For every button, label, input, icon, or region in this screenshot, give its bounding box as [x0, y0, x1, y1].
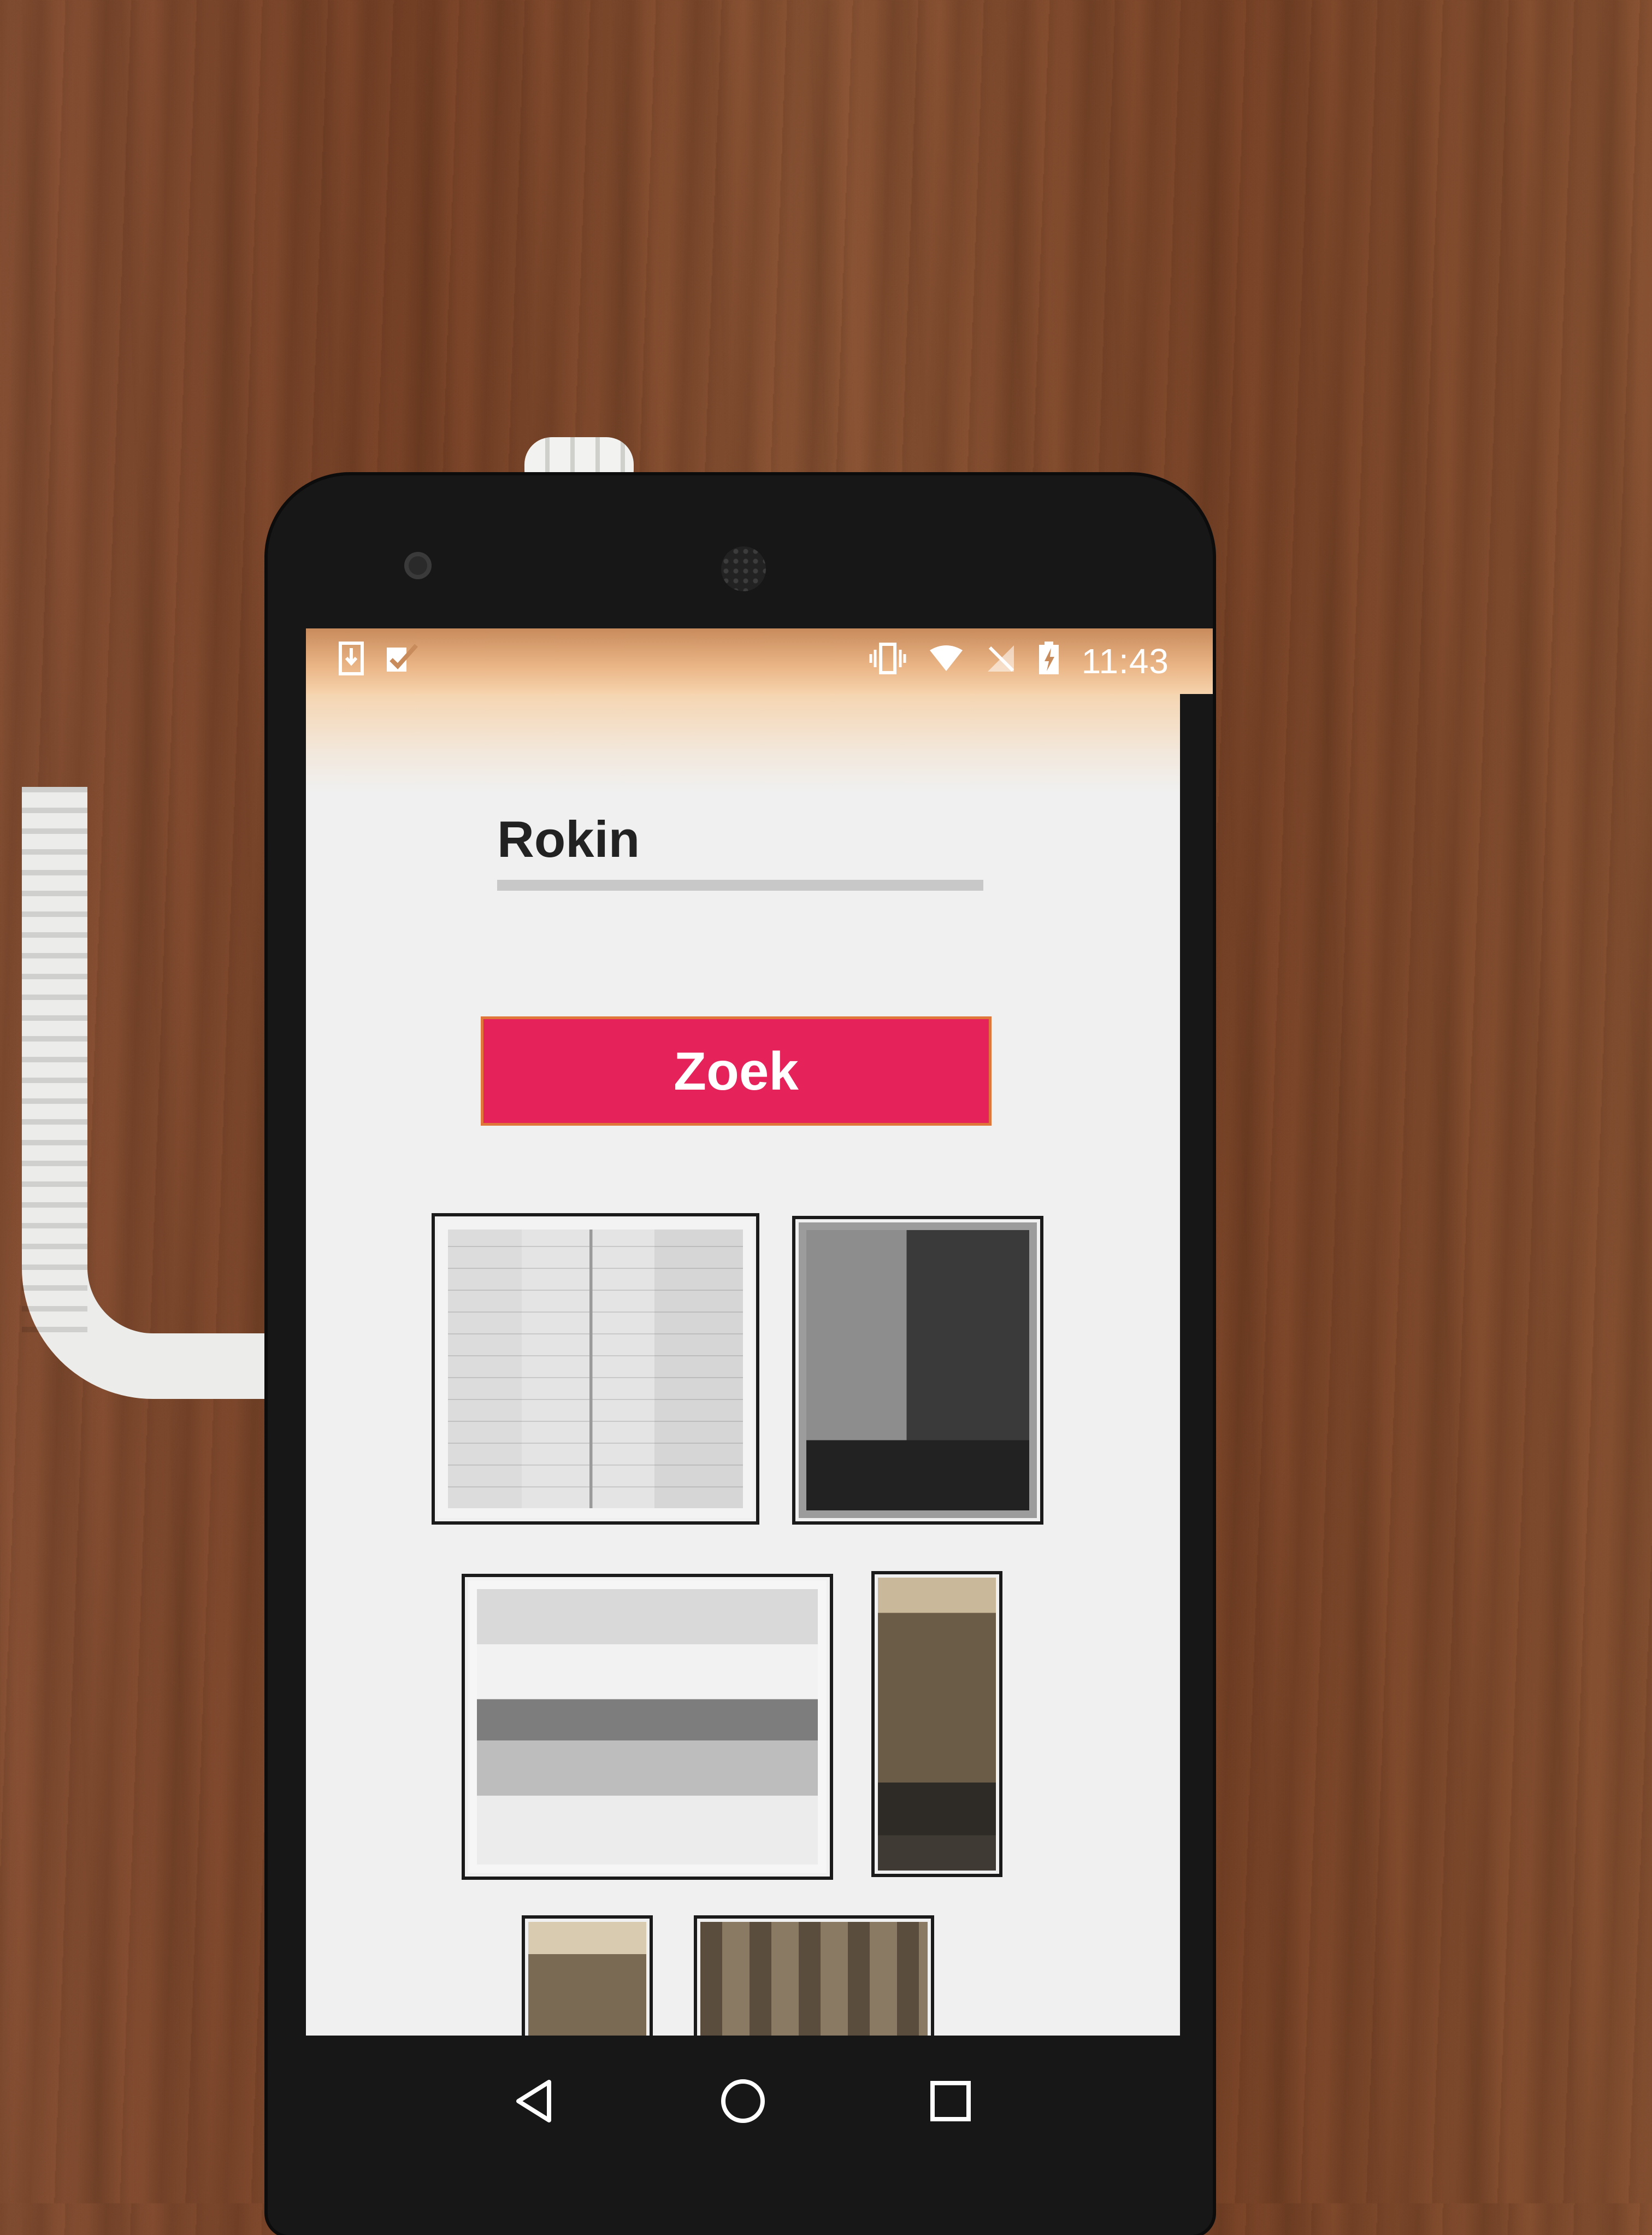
thumbnail-image	[700, 1922, 928, 2036]
recents-button[interactable]	[918, 2068, 983, 2134]
result-thumbnail-building-photo-2[interactable]	[522, 1915, 653, 2036]
result-thumbnail-facade-photo[interactable]	[694, 1915, 934, 2036]
vibrate-icon	[869, 642, 907, 681]
home-button[interactable]	[710, 2068, 776, 2134]
front-camera	[404, 552, 432, 579]
thumbnail-image	[438, 1220, 753, 1518]
result-thumbnail-building-photo[interactable]	[871, 1571, 1002, 1877]
result-thumbnail-architectural-drawing[interactable]	[432, 1213, 759, 1525]
search-input-value: Rokin	[497, 810, 640, 868]
search-input[interactable]: Rokin	[497, 803, 983, 891]
download-icon	[339, 641, 364, 681]
earpiece-speaker	[721, 546, 766, 591]
thumbnail-image	[799, 1222, 1037, 1518]
result-thumbnail-map-plan[interactable]	[792, 1216, 1043, 1525]
screen-glare	[306, 694, 1180, 792]
recents-icon	[930, 2081, 971, 2121]
thumbnail-image	[468, 1580, 827, 1873]
app-screen: Rokin Zoek	[306, 694, 1180, 2036]
task-check-icon	[386, 643, 418, 680]
status-bar-left	[339, 628, 418, 694]
thumbnail-image	[878, 1578, 996, 1871]
back-icon	[516, 2080, 551, 2122]
home-icon	[721, 2079, 765, 2123]
status-clock: 11:43	[1081, 642, 1169, 681]
wifi-icon	[929, 644, 964, 678]
status-bar-right: 11:43	[869, 628, 1169, 694]
no-signal-icon	[986, 643, 1016, 680]
status-bar: 11:43	[306, 628, 1213, 694]
phone-device: 11:43 Rokin Zoek	[268, 475, 1213, 2235]
navigation-bar	[306, 2036, 1180, 2167]
back-button[interactable]	[503, 2068, 568, 2134]
battery-charging-icon	[1038, 641, 1060, 681]
thumbnail-image	[528, 1922, 646, 2036]
search-button[interactable]: Zoek	[481, 1016, 992, 1126]
result-thumbnail-street-sketch[interactable]	[462, 1574, 833, 1880]
